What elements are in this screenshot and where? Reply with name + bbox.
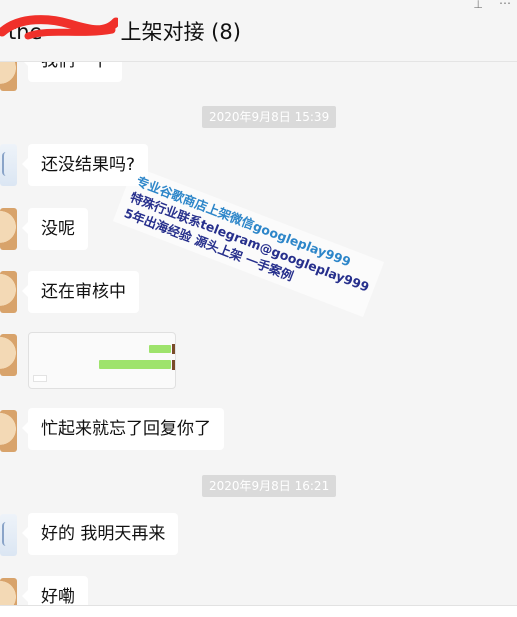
message-bubble[interactable]: 我们一下 [22, 62, 122, 82]
thumb-white-bubble [33, 375, 47, 382]
message-timestamp: 2020年9月8日 15:39 [202, 106, 337, 128]
pin-icon[interactable]: ⊥ [473, 0, 483, 11]
watermark-overlay: 专业谷歌商店上架微信googleplay999 特殊行业联系telegram@g… [112, 166, 385, 318]
thumb-green-bubble [99, 360, 171, 369]
more-icon[interactable]: ⋯ [499, 0, 511, 10]
message-bubble[interactable]: 好嘞 [22, 576, 88, 605]
contact-avatar[interactable] [0, 410, 17, 452]
message-timestamp: 2020年9月8日 16:21 [202, 475, 337, 497]
message-list[interactable]: 我们一下 2020年9月8日 15:39 还没结果吗? 没呢 还在审核中 忙起来… [0, 62, 517, 605]
input-area-edge[interactable] [0, 605, 517, 617]
message-bubble[interactable]: 没呢 [22, 208, 88, 250]
message-bubble[interactable]: 好的 我明天再来 [21, 513, 179, 555]
thumb-green-bubble [149, 345, 171, 353]
contact-avatar[interactable] [0, 334, 17, 376]
contact-avatar[interactable] [0, 144, 17, 186]
thumb-avatar [172, 344, 175, 354]
chat-title-suffix: 上架对接 (8) [120, 20, 241, 44]
thumb-avatar [172, 360, 175, 370]
chat-header: the 上架对接 (8) ⊥ ⋯ [0, 0, 517, 62]
contact-avatar[interactable] [0, 62, 17, 91]
contact-avatar[interactable] [0, 271, 17, 313]
redaction-scribble [0, 15, 118, 40]
contact-avatar[interactable] [0, 514, 17, 556]
contact-avatar[interactable] [0, 208, 17, 250]
message-bubble[interactable]: 还在审核中 [22, 271, 139, 313]
watermark-line-2: 特殊行业联系telegram@googleplay999 [128, 189, 372, 295]
message-bubble[interactable]: 忙起来就忘了回复你了 [22, 408, 224, 450]
image-message[interactable] [28, 332, 176, 389]
contact-avatar[interactable] [0, 578, 17, 605]
